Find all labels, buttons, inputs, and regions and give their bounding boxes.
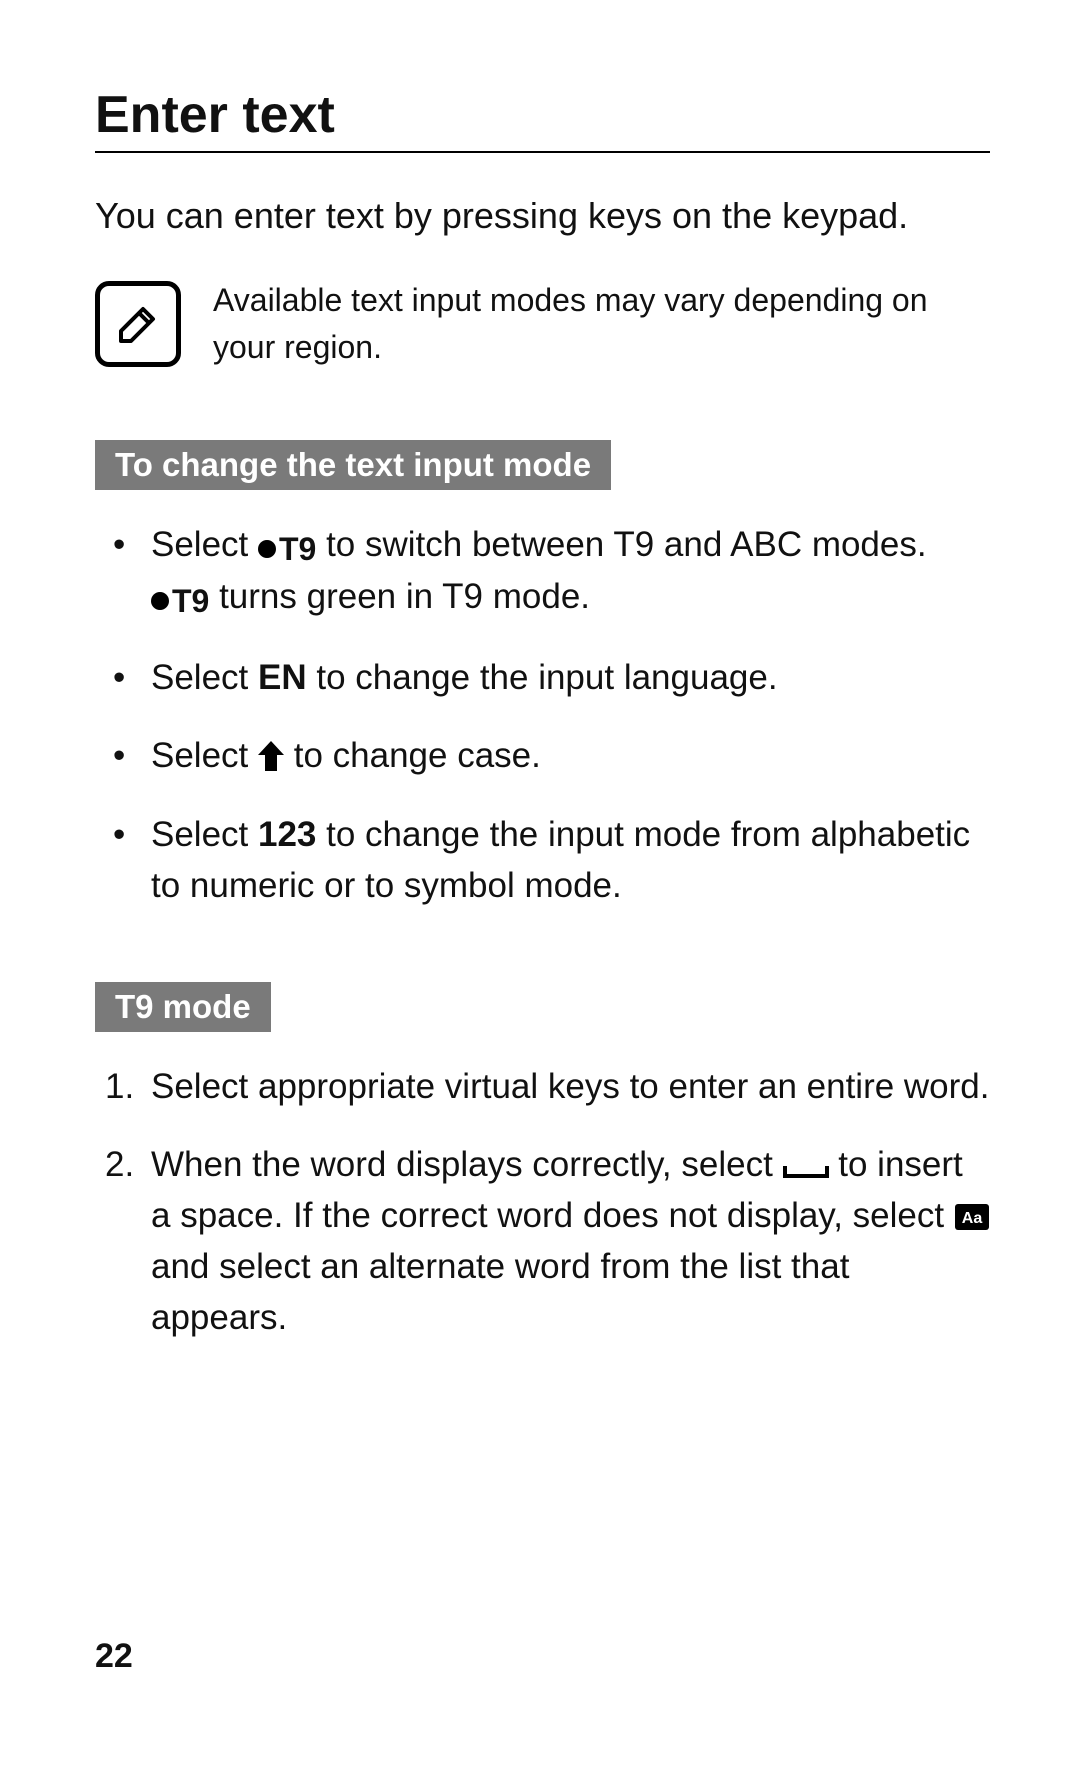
t9-indicator-icon: T9: [258, 526, 316, 572]
section-header-t9-mode: T9 mode: [95, 982, 271, 1032]
svg-text:Aa: Aa: [962, 1210, 983, 1227]
text-fragment: and select an alternate word from the li…: [151, 1247, 849, 1337]
list-item: Select to change case.: [143, 731, 990, 782]
t9-label: T9: [279, 526, 316, 572]
t9-label: T9: [172, 578, 209, 624]
text-fragment: When the word displays correctly, select: [151, 1145, 783, 1184]
text-fragment: to change the input language.: [307, 658, 778, 697]
num-label: 123: [258, 815, 316, 854]
space-bar-icon: [783, 1164, 829, 1180]
text-fragment: Select: [151, 736, 258, 775]
page-number: 22: [95, 1637, 133, 1676]
list-item: Select EN to change the input language.: [143, 653, 990, 704]
text-fragment: Select: [151, 525, 258, 564]
bullet-list-change-mode: Select T9 to switch between T9 and ABC m…: [95, 520, 990, 911]
text-fragment: Select: [151, 815, 258, 854]
pencil-note-icon: [95, 281, 181, 367]
dictionary-aa-icon: Aa: [954, 1203, 990, 1231]
note-block: Available text input modes may vary depe…: [95, 277, 990, 370]
list-item: Select appropriate virtual keys to enter…: [105, 1062, 990, 1113]
text-fragment: turns green in T9 mode.: [209, 577, 590, 616]
list-item: Select T9 to switch between T9 and ABC m…: [143, 520, 990, 624]
manual-page: Enter text You can enter text by pressin…: [0, 0, 1080, 1343]
step-list-t9: Select appropriate virtual keys to enter…: [95, 1062, 990, 1344]
note-text: Available text input modes may vary depe…: [213, 277, 990, 370]
list-item: Select 123 to change the input mode from…: [143, 810, 990, 912]
intro-text: You can enter text by pressing keys on t…: [95, 191, 990, 241]
t9-indicator-icon: T9: [151, 578, 209, 624]
section-header-change-mode: To change the text input mode: [95, 440, 611, 490]
title-rule: [95, 151, 990, 153]
text-fragment: Select: [151, 658, 258, 697]
en-label: EN: [258, 658, 307, 697]
list-item: When the word displays correctly, select…: [105, 1140, 990, 1343]
page-title: Enter text: [95, 85, 990, 145]
text-fragment: to switch between T9 and ABC modes.: [316, 525, 926, 564]
shift-arrow-icon: [258, 741, 284, 771]
text-fragment: to change case.: [284, 736, 541, 775]
